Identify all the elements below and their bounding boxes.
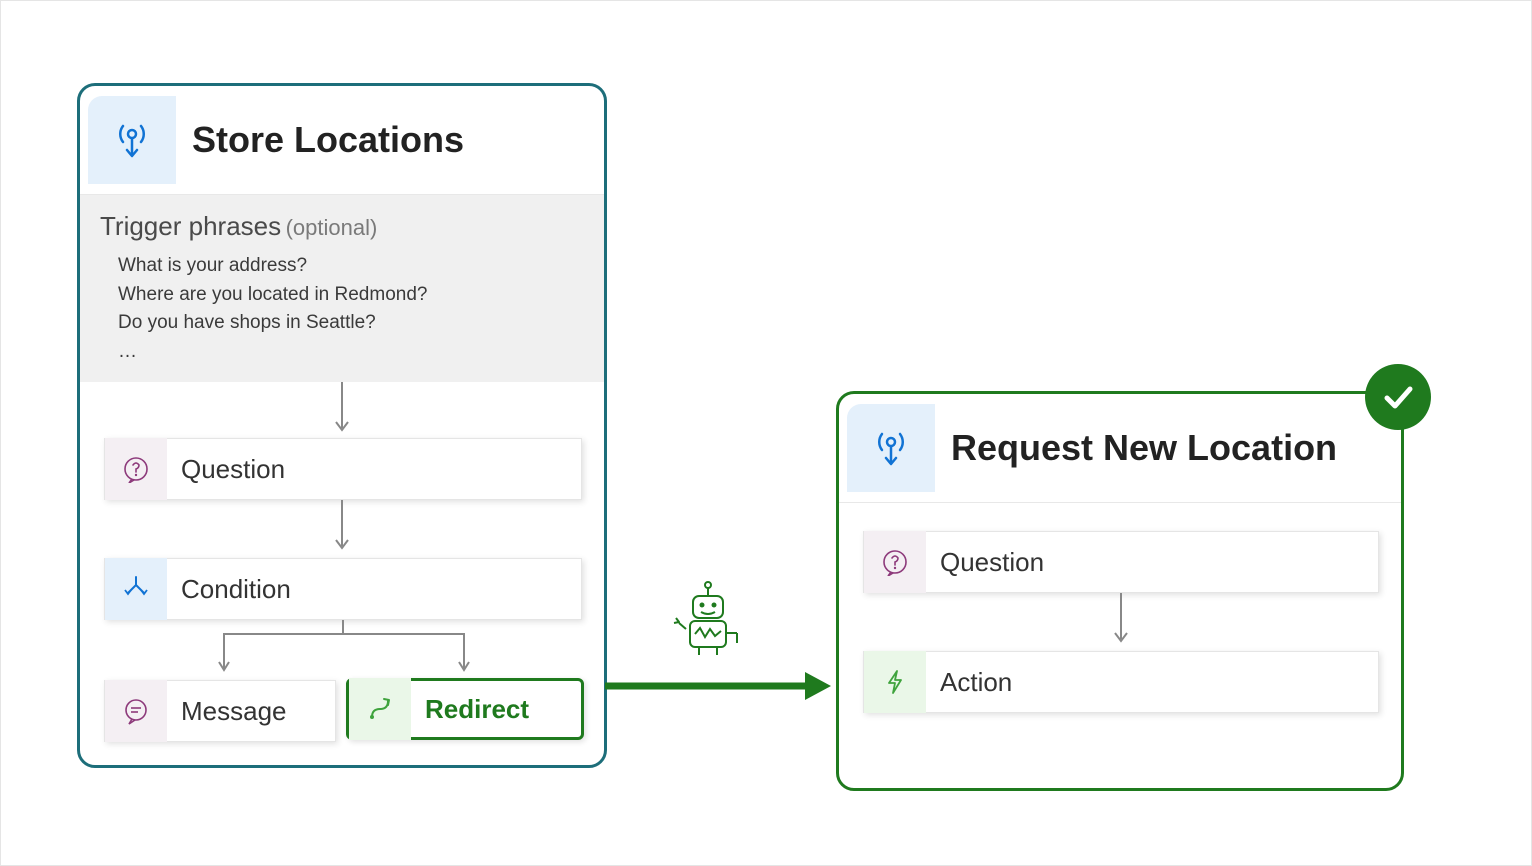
trigger-optional: (optional)	[286, 215, 378, 240]
topic-card-request-new-location: Request New Location Question	[836, 391, 1404, 791]
connector-branch	[104, 620, 582, 680]
lightning-icon	[864, 651, 926, 713]
node-label: Condition	[167, 574, 291, 605]
trigger-phrase: …	[118, 338, 584, 367]
connector-arrow	[1111, 593, 1131, 649]
branch-icon	[105, 558, 167, 620]
flow-area-right: Question Action	[839, 503, 1401, 773]
trigger-phrase: What is your address?	[118, 252, 584, 281]
connector-arrow	[332, 500, 352, 556]
broadcast-icon	[874, 428, 908, 468]
message-bubble-icon	[105, 680, 167, 742]
flow-area-left: Question Condition	[80, 382, 604, 782]
broadcast-icon	[115, 120, 149, 160]
trigger-phrase-list: What is your address? Where are you loca…	[100, 252, 584, 366]
node-action: Action	[863, 651, 1379, 713]
topic-icon-box	[88, 96, 176, 184]
topic-card-store-locations: Store Locations Trigger phrases (optiona…	[77, 83, 607, 768]
node-label: Message	[167, 696, 287, 727]
checkmark-badge	[1365, 364, 1431, 430]
node-label: Action	[926, 667, 1012, 698]
topic-header: Request New Location	[839, 394, 1401, 503]
question-bubble-icon	[105, 438, 167, 500]
node-question: Question	[863, 531, 1379, 593]
topic-header: Store Locations	[80, 86, 604, 195]
trigger-phrases-box: Trigger phrases (optional) What is your …	[80, 195, 604, 382]
node-label: Question	[167, 454, 285, 485]
redirect-arrow-icon	[349, 678, 411, 740]
node-message: Message	[104, 680, 336, 742]
trigger-phrase: Do you have shops in Seattle?	[118, 309, 584, 338]
node-label: Question	[926, 547, 1044, 578]
node-condition: Condition	[104, 558, 582, 620]
topic-title: Store Locations	[192, 119, 464, 161]
node-redirect: Redirect	[346, 678, 584, 740]
node-label: Redirect	[411, 694, 529, 725]
trigger-label: Trigger phrases	[100, 211, 281, 241]
node-question: Question	[104, 438, 582, 500]
redirect-connection-arrow	[605, 666, 835, 706]
topic-icon-box	[847, 404, 935, 492]
checkmark-icon	[1378, 377, 1418, 417]
trigger-phrase: Where are you located in Redmond?	[118, 281, 584, 310]
trigger-label-row: Trigger phrases (optional)	[100, 211, 584, 242]
connector-arrow	[332, 382, 352, 438]
question-bubble-icon	[864, 531, 926, 593]
robot-icon	[671, 581, 745, 662]
diagram-container: Store Locations Trigger phrases (optiona…	[1, 1, 1531, 865]
topic-title: Request New Location	[951, 427, 1337, 469]
